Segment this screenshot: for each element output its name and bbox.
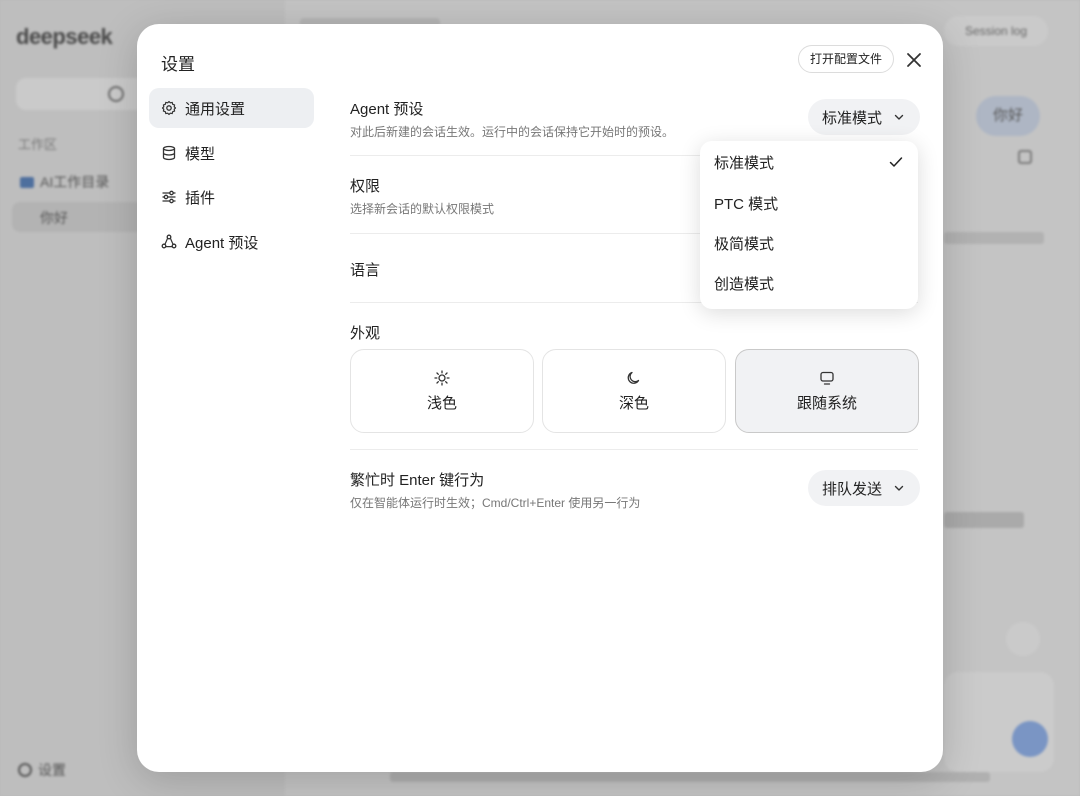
- appearance-title: 外观: [350, 325, 381, 342]
- busy-enter-description: 仅在智能体运行时生效；Cmd/Ctrl+Enter 使用另一行为: [350, 496, 641, 510]
- user-message-bubble: 你好: [976, 96, 1040, 136]
- chat-list-item-label: 你好: [40, 210, 68, 226]
- agent-preset-description: 对此后新建的会话生效。运行中的会话保持它开始时的预设。: [350, 125, 675, 139]
- open-config-file-button[interactable]: 打开配置文件: [798, 45, 895, 73]
- theme-option-label: 浅色: [426, 394, 457, 412]
- busy-enter-select-value: 排队发送: [822, 480, 883, 498]
- send-button: [1012, 721, 1048, 757]
- checkmark-icon: [889, 157, 903, 167]
- permissions-description: 选择新会话的默认权限模式: [350, 202, 495, 216]
- nav-item-general[interactable]: 通用设置: [149, 88, 314, 128]
- theme-option-light[interactable]: 浅色: [350, 349, 534, 433]
- chevron-down-icon: [894, 114, 904, 120]
- moon-icon: [627, 371, 640, 384]
- app-logo: deepseek: [16, 24, 113, 49]
- dropdown-option-creative[interactable]: 创造模式: [700, 263, 918, 303]
- nav-item-label: 插件: [185, 189, 216, 207]
- settings-modal: 设置 打开配置文件 通用设置 模型 插件 Agent 预设 Agent 预设 对…: [137, 24, 943, 772]
- dropdown-option-label: 创造模式: [714, 275, 775, 293]
- agent-preset-title: Agent 预设: [350, 101, 424, 118]
- dropdown-option-label: PTC 模式: [714, 195, 779, 213]
- dropdown-option-label: 标准模式: [714, 154, 775, 172]
- gear-icon: [161, 100, 177, 116]
- theme-option-dark[interactable]: 深色: [542, 349, 726, 433]
- session-log-button: Session log: [944, 16, 1048, 46]
- background-status-bar: [390, 772, 990, 782]
- nav-item-plugins[interactable]: 插件: [149, 177, 314, 217]
- theme-option-label: 跟随系统: [796, 394, 857, 412]
- sidebar-settings: 设置: [18, 760, 66, 780]
- dropdown-option-minimal[interactable]: 极简模式: [700, 223, 918, 263]
- database-icon: [162, 145, 176, 161]
- new-chat-icon: [108, 86, 124, 102]
- dropdown-option-label: 极简模式: [714, 235, 775, 253]
- sliders-icon: [162, 190, 176, 204]
- busy-enter-select[interactable]: 排队发送: [808, 470, 921, 506]
- agent-preset-select[interactable]: 标准模式: [808, 99, 921, 135]
- copy-icon: [1018, 150, 1032, 164]
- folder-label: AI工作目录: [40, 174, 110, 190]
- agent-preset-dropdown: 标准模式 PTC 模式 极简模式 创造模式: [700, 141, 918, 309]
- monitor-icon: [820, 371, 834, 385]
- dropdown-option-standard[interactable]: 标准模式: [700, 142, 918, 182]
- chevron-down-icon: [894, 485, 904, 491]
- theme-option-system[interactable]: 跟随系统: [735, 349, 919, 433]
- sidebar-settings-label: 设置: [38, 762, 66, 778]
- theme-option-label: 深色: [618, 394, 649, 412]
- language-title: 语言: [350, 262, 381, 279]
- workspace-section-label: 工作区: [18, 137, 58, 152]
- dropdown-option-ptc[interactable]: PTC 模式: [700, 183, 918, 223]
- nav-item-agent-presets[interactable]: Agent 预设: [149, 222, 314, 262]
- background-text-line: [944, 232, 1044, 244]
- agent-icon: [161, 234, 177, 249]
- folder-icon: [20, 177, 34, 188]
- busy-enter-title: 繁忙时 Enter 键行为: [350, 472, 485, 489]
- close-icon: [907, 53, 921, 67]
- workspace-folder: AI工作目录: [20, 172, 109, 192]
- nav-item-label: Agent 预设: [185, 234, 259, 252]
- sun-icon: [434, 369, 450, 386]
- permissions-title: 权限: [350, 178, 381, 195]
- scroll-down-button: [1006, 622, 1040, 656]
- nav-item-label: 通用设置: [185, 100, 246, 118]
- agent-preset-select-value: 标准模式: [822, 109, 883, 127]
- background-text-line: [944, 512, 1024, 528]
- nav-item-models[interactable]: 模型: [149, 133, 314, 173]
- divider: [350, 449, 918, 450]
- modal-title: 设置: [161, 55, 195, 74]
- nav-item-label: 模型: [185, 145, 216, 163]
- settings-icon: [18, 763, 32, 777]
- close-button[interactable]: [902, 48, 926, 72]
